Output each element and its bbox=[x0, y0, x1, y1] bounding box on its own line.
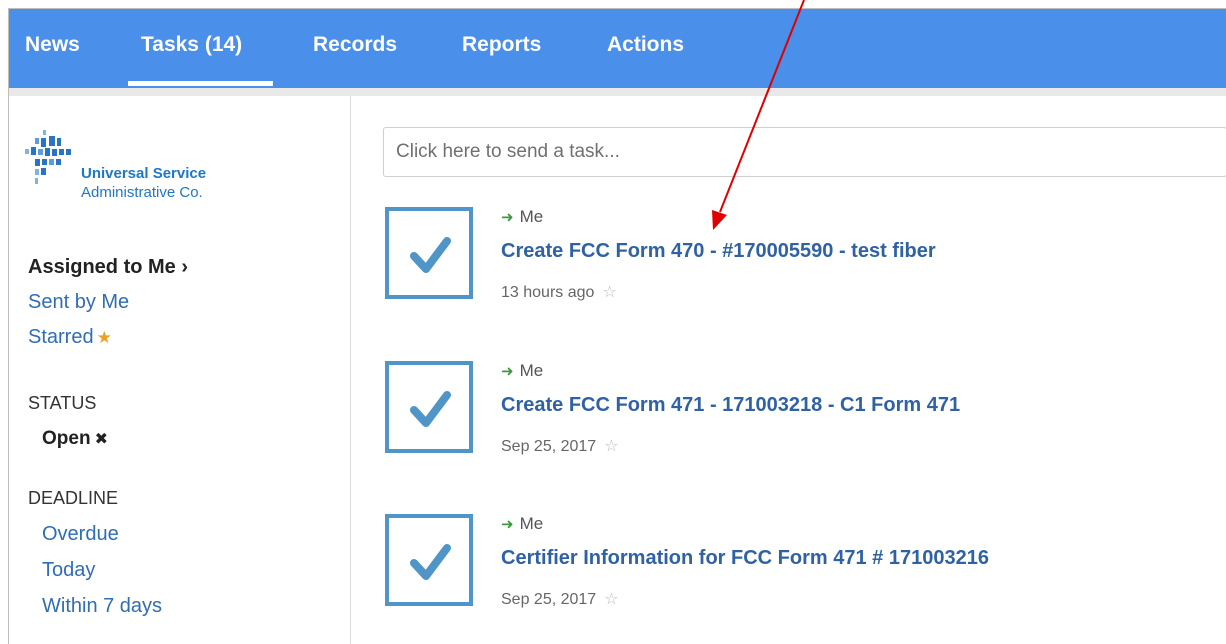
deadline-within-7-days[interactable]: Within 7 days bbox=[42, 595, 162, 618]
active-tab-indicator bbox=[128, 81, 273, 86]
check-icon bbox=[410, 544, 451, 580]
task-time: Sep 25, 2017 ☆ bbox=[501, 436, 619, 456]
sidebar-item-assigned[interactable]: Assigned to Me › bbox=[28, 256, 188, 279]
logo-line1: Universal Service bbox=[81, 165, 207, 182]
task-checkbox[interactable] bbox=[385, 207, 473, 299]
nav-actions[interactable]: Actions bbox=[607, 33, 684, 57]
logo-line2: Administrative Co. bbox=[81, 184, 203, 201]
task-title-link[interactable]: Create FCC Form 471 - 171003218 - C1 For… bbox=[501, 394, 960, 417]
deadline-heading: DEADLINE bbox=[28, 488, 119, 508]
task-list-panel: ➜ Me Create FCC Form 470 - #170005590 - t… bbox=[351, 96, 1226, 644]
nav-tasks[interactable]: Tasks (14) bbox=[141, 33, 242, 57]
arrow-right-icon: ➜ bbox=[501, 209, 514, 226]
task-item: ➜ Me Create FCC Form 471 - 171003218 - C1… bbox=[385, 361, 1225, 495]
check-icon bbox=[410, 237, 451, 273]
arrow-right-icon: ➜ bbox=[501, 516, 514, 533]
arrow-right-icon: ➜ bbox=[501, 363, 514, 380]
star-icon[interactable]: ☆ bbox=[602, 284, 616, 301]
top-nav: News Tasks (14) Records Reports Actions bbox=[9, 9, 1226, 88]
task-assignee: ➜ Me bbox=[501, 361, 543, 381]
status-heading: STATUS bbox=[28, 393, 97, 413]
check-icon bbox=[410, 391, 451, 427]
sidebar-item-sent[interactable]: Sent by Me bbox=[28, 291, 129, 314]
sidebar-item-starred[interactable]: Starred ★ bbox=[28, 326, 112, 349]
send-task-input[interactable] bbox=[383, 127, 1226, 177]
sidebar: Universal Service Administrative Co. Ass… bbox=[9, 96, 351, 644]
star-icon[interactable]: ☆ bbox=[604, 591, 618, 608]
task-checkbox[interactable] bbox=[385, 361, 473, 453]
task-time: 13 hours ago ☆ bbox=[501, 282, 617, 302]
task-time-label: Sep 25, 2017 bbox=[501, 591, 597, 608]
task-assignee: ➜ Me bbox=[501, 207, 543, 227]
usac-logo-icon bbox=[25, 130, 71, 184]
task-assignee-label: Me bbox=[519, 514, 544, 533]
nav-reports[interactable]: Reports bbox=[462, 33, 541, 57]
task-assignee-label: Me bbox=[519, 207, 544, 226]
task-assignee-label: Me bbox=[519, 361, 544, 380]
task-time: Sep 25, 2017 ☆ bbox=[501, 589, 619, 609]
star-icon: ★ bbox=[96, 328, 112, 347]
deadline-today[interactable]: Today bbox=[42, 559, 95, 582]
task-time-label: Sep 25, 2017 bbox=[501, 438, 597, 455]
status-filter-open-label: Open bbox=[42, 428, 91, 449]
task-item: ➜ Me Create FCC Form 470 - #170005590 - t… bbox=[385, 207, 1225, 341]
close-icon[interactable]: ✖ bbox=[95, 431, 108, 448]
task-assignee: ➜ Me bbox=[501, 514, 543, 534]
nav-news[interactable]: News bbox=[25, 33, 80, 57]
deadline-overdue[interactable]: Overdue bbox=[42, 523, 119, 546]
task-time-label: 13 hours ago bbox=[501, 284, 595, 301]
app-frame: News Tasks (14) Records Reports Actions bbox=[8, 8, 1226, 644]
task-item: ➜ Me Certifier Information for FCC Form 4… bbox=[385, 514, 1225, 644]
usac-logo: Universal Service Administrative Co. bbox=[25, 130, 255, 208]
task-checkbox[interactable] bbox=[385, 514, 473, 606]
status-filter-open: Open ✖ bbox=[42, 428, 108, 450]
star-icon[interactable]: ☆ bbox=[604, 438, 618, 455]
task-title-link[interactable]: Create FCC Form 470 - #170005590 - test … bbox=[501, 240, 936, 263]
task-title-link[interactable]: Certifier Information for FCC Form 471 #… bbox=[501, 547, 989, 570]
nav-shadow bbox=[9, 88, 1226, 96]
sidebar-item-starred-label: Starred bbox=[28, 326, 94, 348]
nav-records[interactable]: Records bbox=[313, 33, 397, 57]
